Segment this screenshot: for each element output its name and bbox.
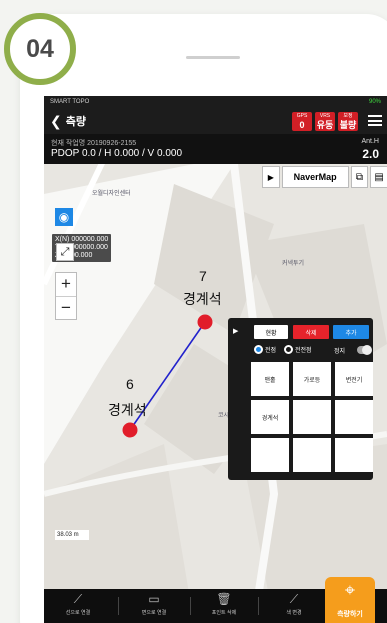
toolbar-divider bbox=[190, 597, 191, 615]
status-list-button[interactable]: 현황 bbox=[254, 325, 288, 339]
toolbar-divider bbox=[258, 597, 259, 615]
antenna-icon: ⌖ bbox=[344, 580, 356, 600]
stop-label: 정지 bbox=[334, 349, 346, 355]
measure-label: 측량하기 bbox=[337, 611, 363, 618]
trash-icon: 🗑 bbox=[216, 592, 232, 606]
measure-button[interactable]: ⌖ 측량하기 bbox=[325, 577, 375, 623]
radio-single-point[interactable]: 전점 bbox=[254, 345, 276, 354]
feature-cell[interactable]: 경계석 bbox=[251, 400, 289, 434]
feature-cell[interactable]: 가로등 bbox=[293, 362, 331, 396]
poi-label: 오월디자인센터 bbox=[92, 191, 131, 197]
brush-icon: ⟋ bbox=[289, 592, 299, 606]
feature-cell[interactable] bbox=[335, 438, 373, 472]
radio-on-icon bbox=[254, 345, 263, 354]
feature-cell[interactable] bbox=[293, 400, 331, 434]
delete-point-label: 포인트 삭제 bbox=[211, 610, 237, 616]
point-6-number: 6 bbox=[126, 376, 134, 392]
radio-off-icon bbox=[284, 345, 293, 354]
feature-cell[interactable] bbox=[251, 438, 289, 472]
panel-collapse-icon[interactable]: ▶ bbox=[233, 327, 238, 335]
connect-area-button[interactable]: ▭ 면으로 연결 bbox=[124, 589, 184, 623]
connect-line-button[interactable]: ⟋ 선으로 연결 bbox=[48, 589, 108, 623]
connect-area-label: 면으로 연결 bbox=[141, 610, 167, 616]
feature-cell[interactable] bbox=[335, 400, 373, 434]
radio-previous-point[interactable]: 전전점 bbox=[284, 345, 312, 354]
connect-line-label: 선으로 연결 bbox=[65, 610, 91, 616]
radio-single-label: 전점 bbox=[265, 348, 277, 354]
stop-toggle[interactable] bbox=[357, 345, 372, 355]
screenshot-stage: 04 SMART TOPO 90% ❮ 측량 GPS 0 VRS 유동 보정 불… bbox=[0, 0, 387, 623]
polygon-icon: ▭ bbox=[148, 592, 160, 606]
add-button[interactable]: 추가 bbox=[333, 325, 369, 339]
map-scale: 38.03 m bbox=[55, 530, 89, 540]
radio-previous-label: 전전점 bbox=[295, 348, 312, 354]
feature-cell[interactable]: 변전기 bbox=[335, 362, 373, 396]
point-6-label: 경계석 bbox=[108, 402, 147, 418]
change-color-label: 색 변경 bbox=[286, 610, 302, 616]
feature-cell[interactable] bbox=[293, 438, 331, 472]
survey-point-7[interactable] bbox=[197, 314, 213, 330]
point-7-number: 7 bbox=[199, 268, 207, 284]
point-7-label: 경계석 bbox=[183, 291, 222, 307]
change-color-button[interactable]: ⟋ 색 변경 bbox=[264, 589, 324, 623]
survey-point-6[interactable] bbox=[122, 422, 138, 438]
step-badge: 04 bbox=[4, 13, 76, 85]
polyline-icon: ⟋ bbox=[73, 592, 83, 606]
feature-grid: 맨홀 가로등 변전기 경계석 bbox=[251, 362, 374, 474]
poi-label: 커넥투기 bbox=[282, 261, 305, 267]
delete-button[interactable]: 삭제 bbox=[293, 325, 329, 339]
feature-cell[interactable]: 맨홀 bbox=[251, 362, 289, 396]
delete-point-button[interactable]: 🗑 포인트 삭제 bbox=[194, 589, 254, 623]
toolbar-divider bbox=[118, 597, 119, 615]
